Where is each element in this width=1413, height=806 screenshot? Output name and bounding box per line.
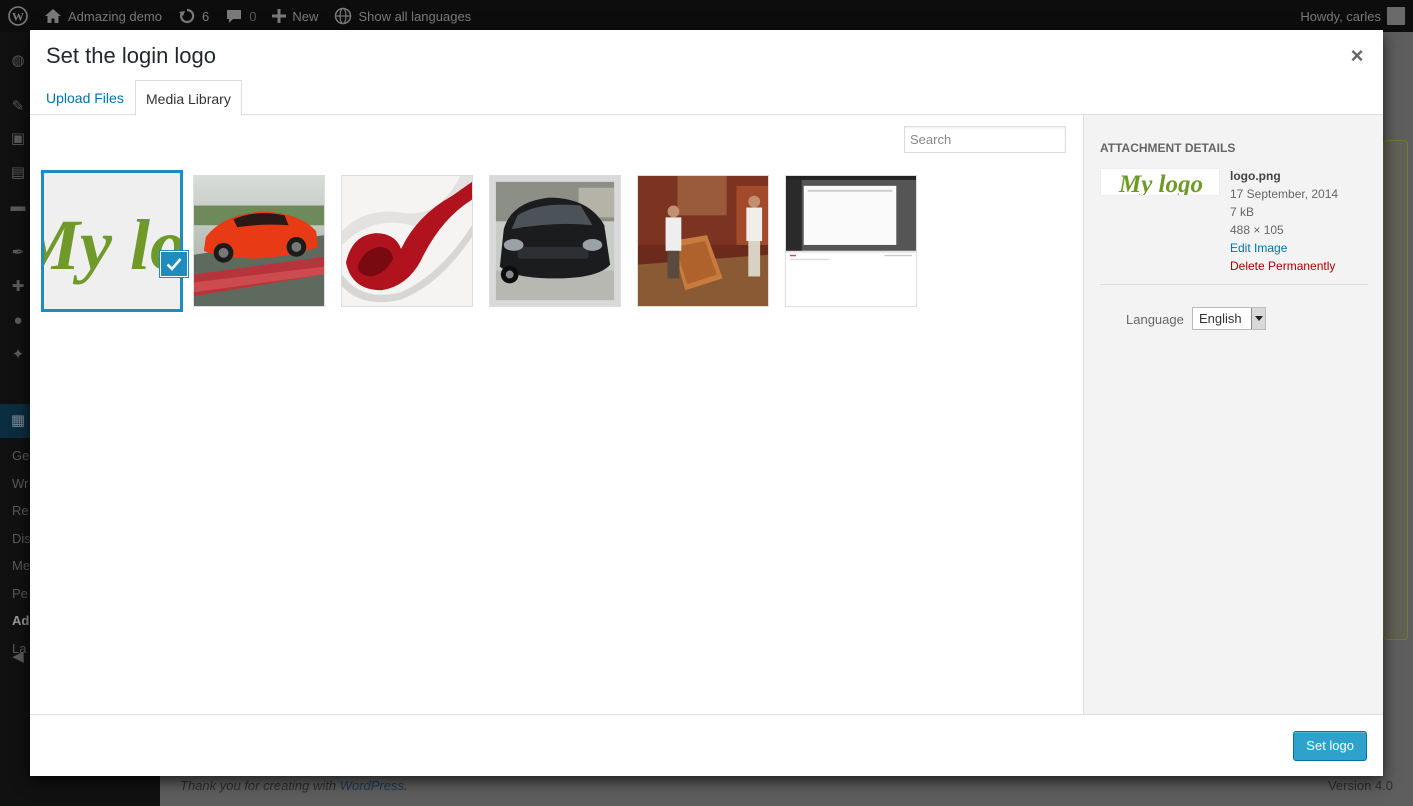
media-icon[interactable]: ▣ — [9, 130, 27, 148]
new-content-link[interactable]: New — [264, 0, 326, 32]
tab-upload-files[interactable]: Upload Files — [36, 80, 134, 116]
delete-permanently-link[interactable]: Delete Permanently — [1230, 257, 1338, 275]
set-logo-button[interactable]: Set logo — [1293, 731, 1367, 761]
dashboard-icon[interactable]: ◍ — [9, 52, 27, 70]
appearance-icon[interactable]: ✒ — [9, 244, 27, 262]
attachment-details-heading: Attachment Details — [1100, 141, 1236, 155]
avatar — [1387, 7, 1405, 25]
background-panel — [1383, 140, 1408, 640]
modal-title: Set the login logo — [46, 43, 217, 68]
pages-icon[interactable]: ▤ — [9, 164, 27, 182]
attachment-details-sidebar: Attachment Details My logo logo.png 17 S… — [1083, 115, 1383, 714]
comments-icon[interactable]: ▬ — [9, 198, 27, 216]
language-label: Language — [1126, 312, 1184, 327]
sidebar-divider — [1100, 284, 1368, 285]
attachment-thumbnail-logo[interactable]: My logo — [41, 170, 183, 312]
attachment-thumbnail-red-car[interactable] — [193, 175, 325, 307]
home-icon — [45, 9, 61, 23]
plus-icon — [272, 9, 287, 23]
wordpress-link[interactable]: WordPress — [340, 778, 404, 793]
admin-footer-text: Thank you for creating with WordPress. — [180, 778, 408, 793]
wordpress-logo-icon[interactable]: W — [0, 0, 36, 32]
plugins-icon[interactable]: ✚ — [9, 278, 27, 296]
close-icon[interactable]: × — [1343, 44, 1371, 72]
comment-icon — [227, 10, 242, 23]
updates-icon — [178, 8, 195, 24]
languages-link[interactable]: Show all languages — [326, 0, 479, 32]
media-modal: Set the login logo × Upload Files Media … — [30, 30, 1383, 776]
footer-prefix: Thank you for creating with — [180, 778, 340, 793]
upload-date: 17 September, 2014 — [1230, 187, 1339, 201]
details-logo-text: My logo — [1118, 171, 1203, 196]
attachment-details-thumbnail: My logo — [1100, 168, 1220, 196]
pin-icon[interactable]: ✎ — [9, 98, 27, 116]
comments-link[interactable]: 0 — [217, 0, 264, 32]
attachment-thumbnail-black-car[interactable] — [489, 175, 621, 307]
filename: logo.png — [1230, 169, 1281, 183]
site-name-link[interactable]: Admazing demo — [36, 0, 170, 32]
search-input[interactable] — [904, 126, 1066, 153]
admin-bar: W Admazing demo 6 0 New Show all languag… — [0, 0, 1413, 32]
language-value: English — [1199, 311, 1242, 326]
updates-count: 6 — [201, 8, 210, 24]
attachments-browser: My logo — [30, 115, 1083, 714]
greeting: Howdy, carles — [1300, 8, 1381, 24]
updates-link[interactable]: 6 — [170, 0, 217, 32]
dimensions: 488 × 105 — [1230, 223, 1284, 237]
users-icon[interactable]: ● — [9, 312, 27, 330]
file-size: 7 kB — [1230, 205, 1255, 219]
tools-icon[interactable]: ✦ — [9, 346, 27, 364]
attachment-thumbnail-red-wine[interactable] — [341, 175, 473, 307]
version-text: Version 4.0 — [1327, 778, 1393, 793]
collapse-menu-icon[interactable]: ◀ — [9, 648, 27, 666]
attachment-info: logo.png 17 September, 2014 7 kB 488 × 1… — [1230, 167, 1338, 275]
settings-icon: ▦ — [10, 412, 26, 429]
site-name: Admazing demo — [68, 8, 162, 24]
comments-count: 0 — [249, 8, 257, 24]
selected-check-icon[interactable] — [159, 250, 189, 278]
new-label: New — [292, 8, 319, 24]
language-select[interactable]: English — [1192, 307, 1266, 330]
attachment-thumbnail-carpet-sellers[interactable] — [637, 175, 769, 307]
modal-tabs: Upload Files Media Library — [30, 78, 1383, 116]
footer-suffix: . — [404, 778, 408, 793]
account-menu[interactable]: Howdy, carles — [1292, 0, 1413, 32]
languages-label: Show all languages — [358, 8, 472, 24]
attachment-thumbnail-screenshot[interactable] — [785, 175, 917, 307]
svg-text:W: W — [12, 10, 24, 24]
tab-media-library[interactable]: Media Library — [135, 80, 242, 116]
globe-icon — [335, 7, 352, 25]
edit-image-link[interactable]: Edit Image — [1230, 239, 1338, 257]
modal-toolbar: Set logo — [30, 714, 1383, 776]
chevron-down-icon — [1251, 308, 1265, 329]
